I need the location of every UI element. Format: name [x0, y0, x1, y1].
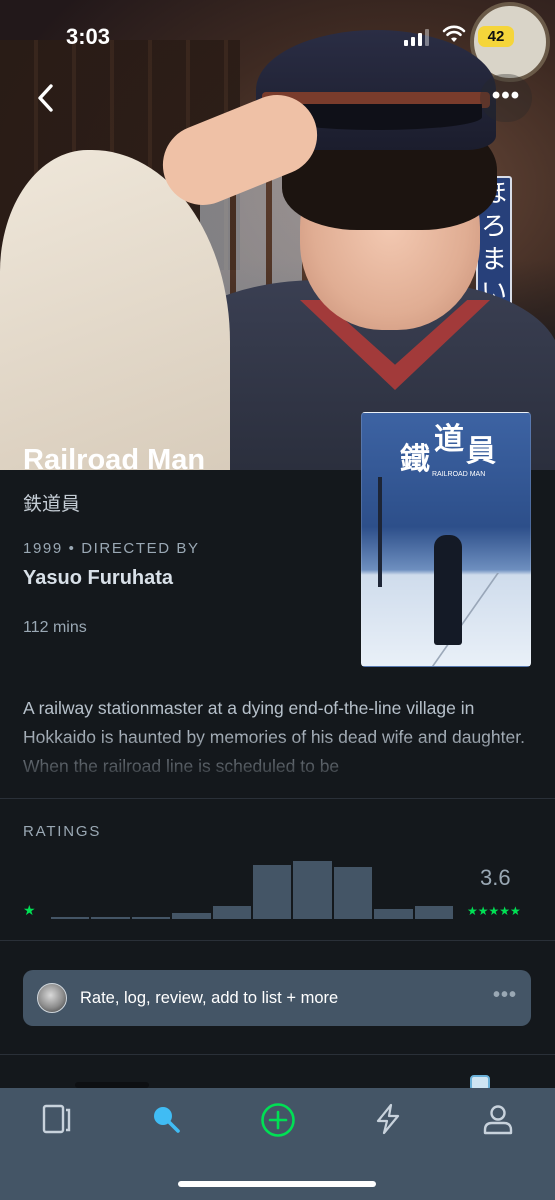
activity-icon	[376, 1103, 400, 1135]
home-indicator[interactable]	[178, 1181, 376, 1187]
tab-search[interactable]	[136, 1102, 196, 1142]
tab-films[interactable]	[27, 1102, 87, 1142]
poster-subtitle: RAILROAD MAN	[432, 471, 486, 478]
meta-separator: •	[68, 540, 82, 557]
histogram-bar[interactable]	[414, 906, 454, 919]
divider	[0, 798, 555, 799]
average-rating: 3.6	[480, 865, 511, 890]
poster-figure	[434, 535, 462, 645]
film-poster[interactable]: 鐵 道 員 RAILROAD MAN	[361, 412, 531, 667]
divider	[0, 1054, 555, 1055]
histogram-bar[interactable]	[293, 861, 332, 919]
directed-by-label: DIRECTED BY	[81, 540, 200, 557]
histogram-bar[interactable]	[51, 917, 90, 919]
poster-kanji-2: 道	[434, 422, 464, 457]
synopsis-fade	[0, 728, 555, 784]
histogram-bar[interactable]	[253, 865, 292, 919]
divider	[0, 940, 555, 941]
film-runtime: 112 mins	[23, 619, 87, 636]
search-icon	[154, 1107, 180, 1133]
signal-icon	[404, 28, 429, 46]
star-icon: ★	[23, 902, 36, 918]
histogram-bar[interactable]	[91, 917, 130, 919]
status-bar: 3:03 42	[0, 0, 555, 70]
backdrop-image: ほろまい	[0, 0, 555, 470]
film-meta: 1999 • DIRECTED BY	[23, 540, 200, 557]
histogram-bar[interactable]	[374, 909, 413, 919]
chevron-left-icon	[38, 84, 53, 112]
ratings-histogram[interactable]	[50, 845, 454, 919]
five-stars-icon: ★★★★★	[467, 904, 521, 918]
more-options-button[interactable]: •••	[480, 74, 532, 122]
rate-log-review-button[interactable]: Rate, log, review, add to list + more ••…	[23, 970, 531, 1026]
rate-log-label: Rate, log, review, add to list + more	[80, 989, 339, 1007]
tab-activity[interactable]	[358, 1102, 418, 1142]
films-icon	[42, 1104, 71, 1134]
avatar	[37, 983, 67, 1013]
ratings-heading: RATINGS	[23, 823, 102, 840]
poster-pole	[378, 477, 382, 587]
tab-add[interactable]	[248, 1102, 308, 1142]
status-time: 3:03	[66, 24, 111, 49]
battery-indicator: 42	[478, 26, 514, 47]
back-button[interactable]	[22, 74, 70, 122]
more-icon: •••	[492, 984, 517, 1006]
add-icon	[261, 1103, 295, 1137]
wifi-icon	[442, 24, 466, 50]
profile-icon	[483, 1105, 513, 1135]
poster-kanji-1: 鐵	[400, 442, 430, 477]
histogram-bar[interactable]	[212, 906, 252, 919]
poster-kanji-3: 員	[466, 434, 496, 469]
histogram-bar[interactable]	[172, 913, 211, 919]
film-director-link[interactable]: Yasuo Furuhata	[23, 567, 173, 590]
film-title: Railroad Man	[23, 444, 206, 476]
film-year[interactable]: 1999	[23, 540, 63, 557]
histogram-bar[interactable]	[131, 917, 171, 919]
film-original-title: 鉄道員	[23, 493, 81, 515]
tab-profile[interactable]	[468, 1102, 528, 1142]
histogram-bar[interactable]	[333, 867, 373, 919]
